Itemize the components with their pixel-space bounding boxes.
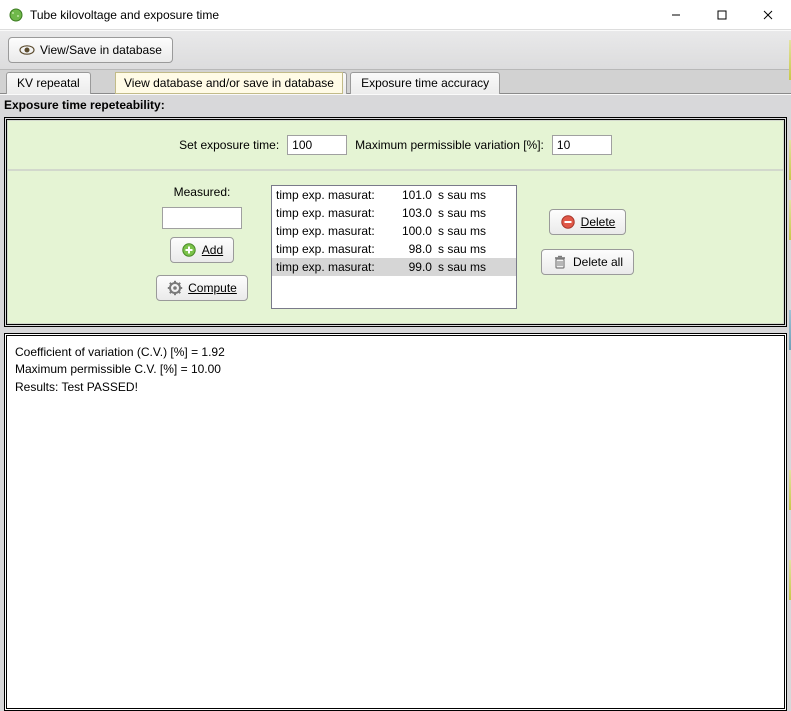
list-col-value: 100.0 — [396, 224, 438, 238]
add-label: Add — [202, 243, 223, 257]
set-exposure-input[interactable] — [287, 135, 347, 155]
delete-all-label: Delete all — [573, 255, 623, 269]
measurement-panel: Measured: Add — [7, 170, 784, 324]
app-icon — [8, 7, 24, 23]
list-col-unit: s sau ms — [438, 224, 512, 238]
result-line: Maximum permissible C.V. [%] = 10.00 — [15, 361, 776, 378]
max-variation-input[interactable] — [552, 135, 612, 155]
toolbar: View/Save in database — [0, 30, 791, 70]
list-col-value: 99.0 — [396, 260, 438, 274]
list-col-label: timp exp. masurat: — [276, 206, 396, 220]
list-col-value: 103.0 — [396, 206, 438, 220]
close-button[interactable] — [745, 0, 791, 30]
list-col-unit: s sau ms — [438, 260, 512, 274]
delete-label: Delete — [581, 215, 616, 229]
measurement-left: Measured: Add — [157, 185, 247, 301]
window-title: Tube kilovoltage and exposure time — [30, 8, 219, 22]
compute-button[interactable]: Compute — [156, 275, 248, 301]
minimize-button[interactable] — [653, 0, 699, 30]
list-col-unit: s sau ms — [438, 188, 512, 202]
tab-exposure-time-accuracy[interactable]: Exposure time accuracy — [350, 72, 500, 94]
delete-all-button[interactable]: Delete all — [541, 249, 634, 275]
measurement-right: Delete Delete all — [541, 185, 634, 275]
content-area: Exposure time repeteability: Set exposur… — [0, 94, 791, 711]
titlebar: Tube kilovoltage and exposure time — [0, 0, 791, 30]
list-col-label: timp exp. masurat: — [276, 260, 396, 274]
add-button[interactable]: Add — [170, 237, 234, 263]
eye-icon — [19, 42, 35, 58]
list-col-value: 98.0 — [396, 242, 438, 256]
list-item[interactable]: timp exp. masurat:103.0s sau ms — [272, 204, 516, 222]
list-item[interactable]: timp exp. masurat:100.0s sau ms — [272, 222, 516, 240]
measured-input[interactable] — [162, 207, 242, 229]
set-exposure-label: Set exposure time: — [179, 138, 279, 152]
list-item[interactable]: timp exp. masurat:99.0s sau ms — [272, 258, 516, 276]
window-controls — [653, 0, 791, 30]
list-item[interactable]: timp exp. masurat:98.0s sau ms — [272, 240, 516, 258]
tooltip: View database and/or save in database — [115, 72, 343, 94]
settings-row: Set exposure time: Maximum permissible v… — [7, 120, 784, 170]
results-pane: Coefficient of variation (C.V.) [%] = 1.… — [4, 333, 787, 711]
tab-kv-repeatability[interactable]: KV repeatal — [6, 72, 91, 94]
list-col-value: 101.0 — [396, 188, 438, 202]
minus-icon — [560, 214, 576, 230]
list-item[interactable]: timp exp. masurat:101.0s sau ms — [272, 186, 516, 204]
result-line: Results: Test PASSED! — [15, 379, 776, 396]
list-col-unit: s sau ms — [438, 206, 512, 220]
gear-icon — [167, 280, 183, 296]
view-save-label: View/Save in database — [40, 43, 162, 57]
list-col-label: timp exp. masurat: — [276, 242, 396, 256]
result-line: Coefficient of variation (C.V.) [%] = 1.… — [15, 344, 776, 361]
max-variation-label: Maximum permissible variation [%]: — [355, 138, 544, 152]
compute-label: Compute — [188, 281, 237, 295]
list-col-label: timp exp. masurat: — [276, 224, 396, 238]
measured-label: Measured: — [174, 185, 231, 199]
titlebar-left: Tube kilovoltage and exposure time — [8, 7, 219, 23]
panel-border: Set exposure time: Maximum permissible v… — [4, 117, 787, 327]
tabs-row: KV repeatal View database and/or save in… — [0, 70, 791, 94]
list-col-label: timp exp. masurat: — [276, 188, 396, 202]
trash-icon — [552, 254, 568, 270]
measurement-list[interactable]: timp exp. masurat:101.0s sau mstimp exp.… — [271, 185, 517, 309]
plus-icon — [181, 242, 197, 258]
maximize-button[interactable] — [699, 0, 745, 30]
list-col-unit: s sau ms — [438, 242, 512, 256]
delete-button[interactable]: Delete — [549, 209, 627, 235]
view-save-button[interactable]: View/Save in database — [8, 37, 173, 63]
section-header: Exposure time repeteability: — [0, 95, 791, 115]
